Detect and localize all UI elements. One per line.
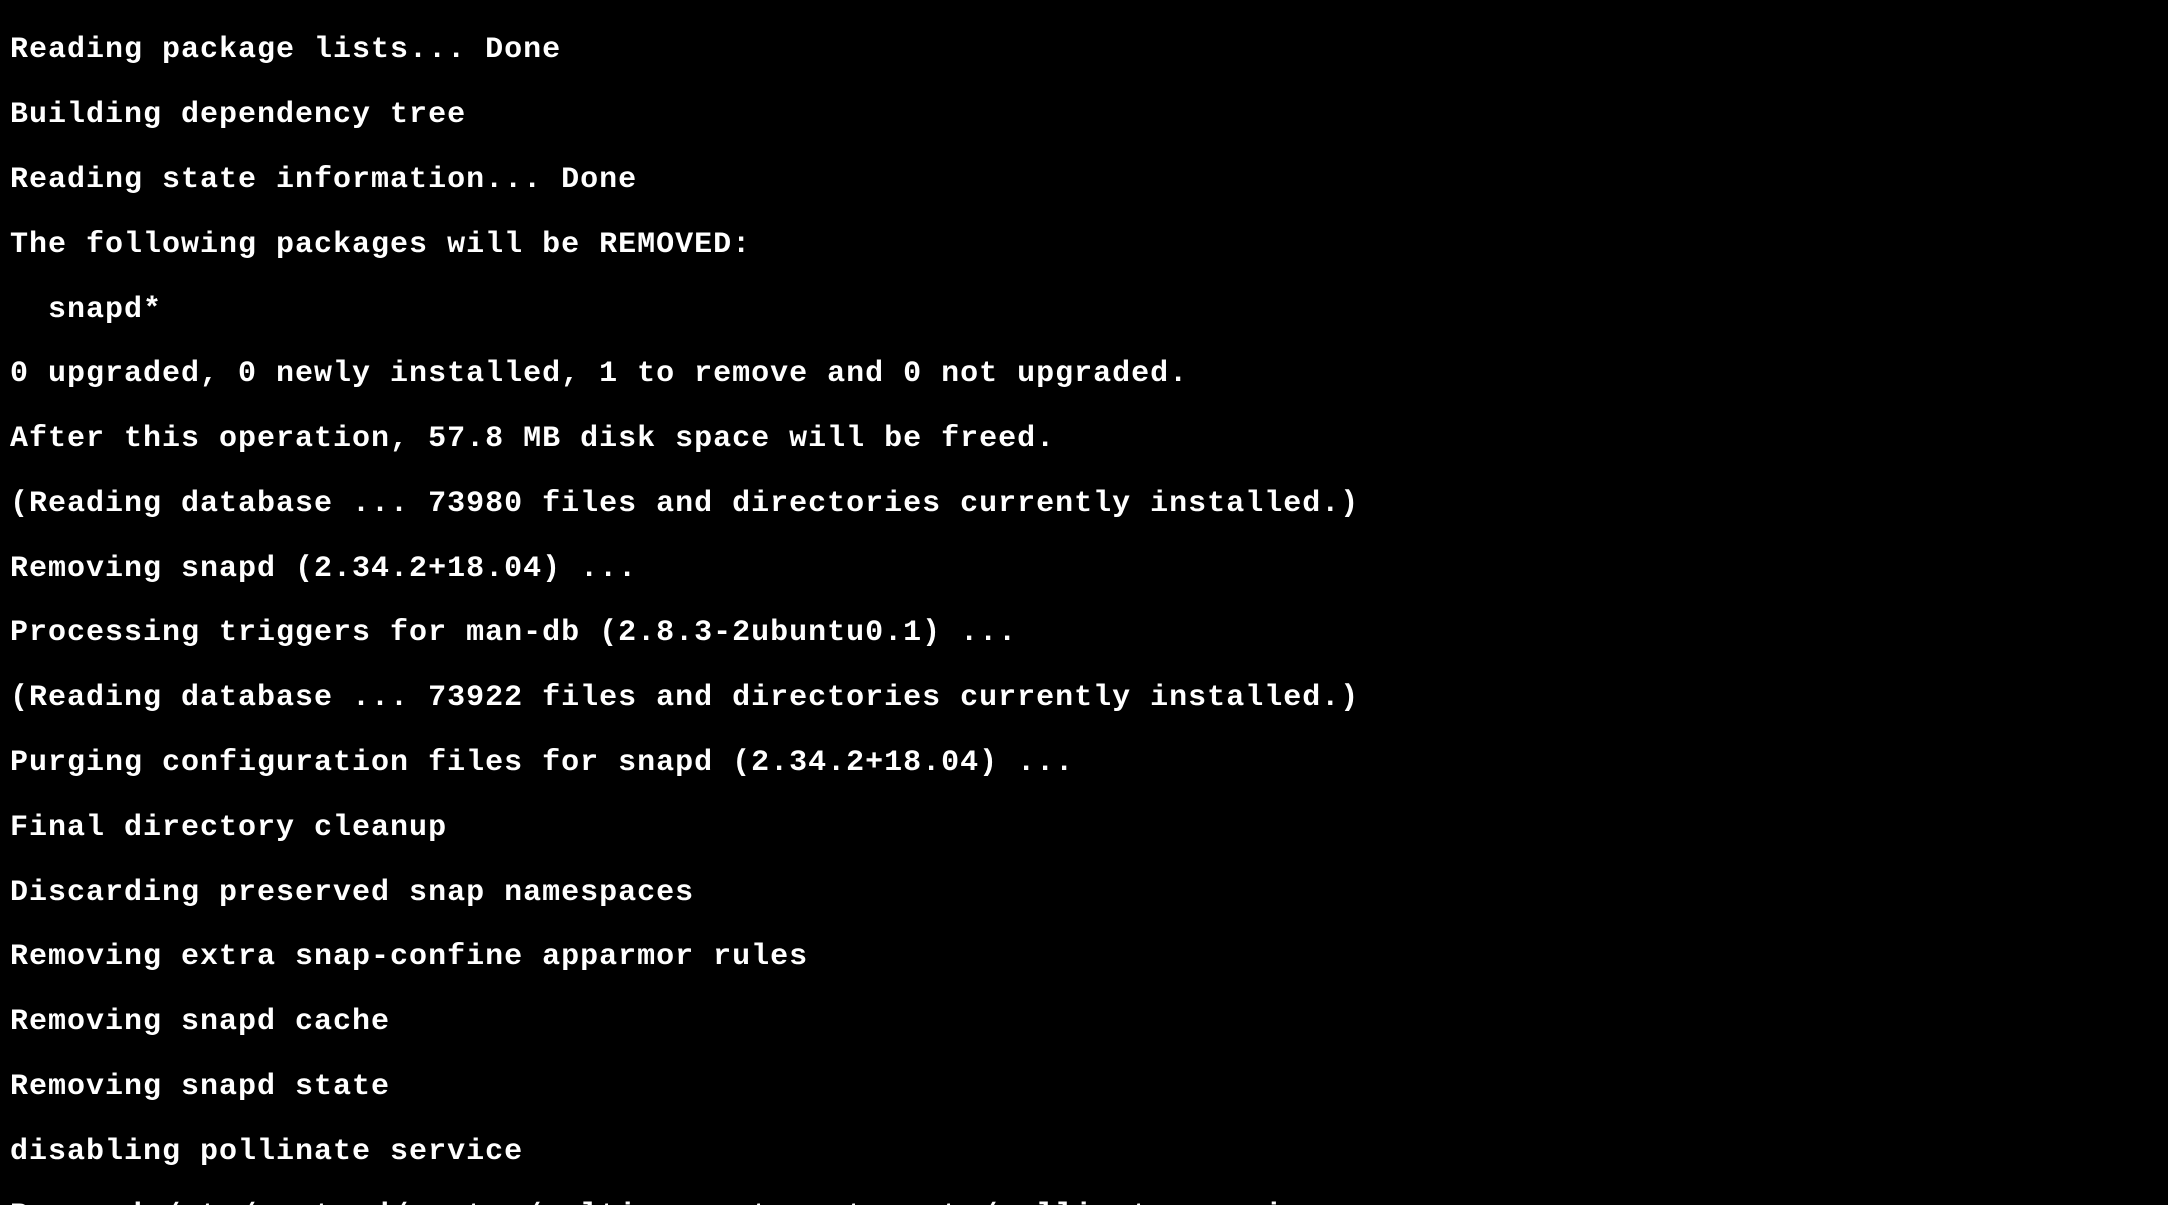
output-line: After this operation, 57.8 MB disk space…: [10, 423, 2158, 455]
output-line: 0 upgraded, 0 newly installed, 1 to remo…: [10, 358, 2158, 390]
output-line: (Reading database ... 73980 files and di…: [10, 488, 2158, 520]
output-line: (Reading database ... 73922 files and di…: [10, 682, 2158, 714]
output-line: Final directory cleanup: [10, 812, 2158, 844]
terminal-output[interactable]: Reading package lists... Done Building d…: [0, 0, 2168, 1205]
output-line: Removing snapd state: [10, 1071, 2158, 1103]
output-line: Discarding preserved snap namespaces: [10, 877, 2158, 909]
output-line: disabling pollinate service: [10, 1136, 2158, 1168]
output-line: Removed /etc/systemd/system/multi-user.t…: [10, 1200, 2158, 1205]
output-line: snapd*: [10, 294, 2158, 326]
output-line: Removing extra snap-confine apparmor rul…: [10, 941, 2158, 973]
output-line: Building dependency tree: [10, 99, 2158, 131]
output-line: Removing snapd cache: [10, 1006, 2158, 1038]
output-line: The following packages will be REMOVED:: [10, 229, 2158, 261]
output-line: Reading package lists... Done: [10, 34, 2158, 66]
output-line: Processing triggers for man-db (2.8.3-2u…: [10, 617, 2158, 649]
output-line: Reading state information... Done: [10, 164, 2158, 196]
output-line: Removing snapd (2.34.2+18.04) ...: [10, 553, 2158, 585]
output-line: Purging configuration files for snapd (2…: [10, 747, 2158, 779]
